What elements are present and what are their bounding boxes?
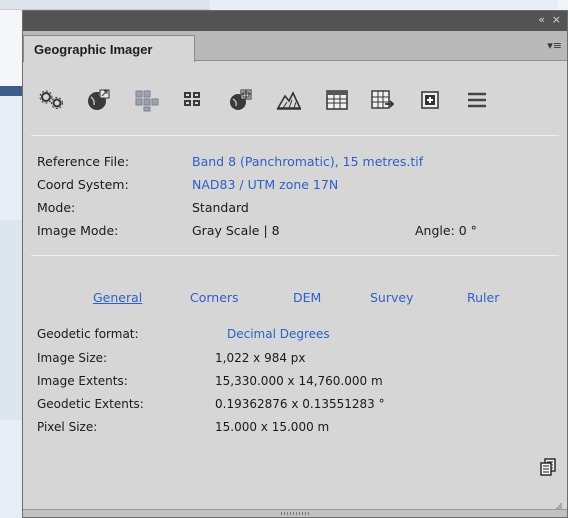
image-size-value: 1,022 x 984 px [215, 351, 306, 365]
add-box-icon[interactable] [417, 87, 445, 113]
settings-gears-icon[interactable] [37, 87, 65, 113]
tab-corners[interactable]: Corners [190, 290, 239, 305]
coord-system-value[interactable]: NAD83 / UTM zone 17N [192, 177, 338, 193]
toolbar [37, 87, 547, 117]
panel-menu-icon[interactable]: ▾≡ [547, 39, 562, 52]
drag-handle[interactable] [281, 512, 311, 515]
coord-system-label: Coord System: [37, 177, 129, 192]
tab-general[interactable]: General [93, 290, 142, 305]
geographic-imager-panel: « × Geographic Imager ▾≡ Reference File:… [22, 10, 568, 518]
panel-titlebar[interactable]: « × [23, 11, 567, 31]
panel-tab-row: Geographic Imager ▾≡ [23, 31, 567, 62]
pixel-size-value: 15.000 x 15.000 m [215, 420, 330, 434]
image-mode-value: Gray Scale | 8 [192, 223, 280, 238]
tiles-icon[interactable] [133, 87, 161, 113]
angle-value: Angle: 0 ° [415, 223, 477, 238]
background-window-strip [0, 0, 210, 10]
terrain-icon[interactable] [275, 87, 303, 113]
image-size-label: Image Size: [37, 351, 108, 365]
collapse-icon[interactable]: « [538, 14, 545, 26]
copy-icon[interactable] [539, 457, 557, 477]
geodetic-extents-label: Geodetic Extents: [37, 397, 144, 411]
divider-top [31, 135, 559, 136]
geodetic-format-label: Geodetic format: [37, 327, 139, 341]
close-icon[interactable]: × [552, 14, 561, 26]
resize-grip-icon[interactable] [555, 499, 563, 509]
geodetic-format-value[interactable]: Decimal Degrees [227, 326, 330, 342]
table-icon[interactable] [323, 87, 351, 113]
grid-icon[interactable] [179, 87, 207, 113]
reference-file-value[interactable]: Band 8 (Panchromatic), 15 metres.tif [192, 154, 423, 170]
tab-ruler[interactable]: Ruler [467, 290, 499, 305]
tab-geographic-imager[interactable]: Geographic Imager [23, 35, 195, 62]
panel-bottom-bar[interactable] [23, 509, 567, 517]
reference-file-label: Reference File: [37, 154, 130, 169]
tab-survey[interactable]: Survey [370, 290, 413, 305]
image-mode-label: Image Mode: [37, 223, 119, 238]
image-extents-label: Image Extents: [37, 374, 128, 388]
image-extents-value: 15,330.000 x 14,760.000 m [215, 374, 383, 388]
divider-middle [31, 255, 559, 256]
grid-export-icon[interactable] [369, 87, 397, 113]
tab-dem[interactable]: DEM [293, 290, 321, 305]
menu-icon[interactable] [463, 87, 491, 113]
mode-value: Standard [192, 200, 249, 215]
pixel-size-label: Pixel Size: [37, 420, 98, 434]
mode-label: Mode: [37, 200, 76, 215]
background-accent [0, 86, 24, 96]
geodetic-extents-value: 0.19362876 x 0.13551283 ° [215, 397, 385, 411]
georeference-icon[interactable] [227, 87, 255, 113]
globe-export-icon[interactable] [85, 87, 113, 113]
